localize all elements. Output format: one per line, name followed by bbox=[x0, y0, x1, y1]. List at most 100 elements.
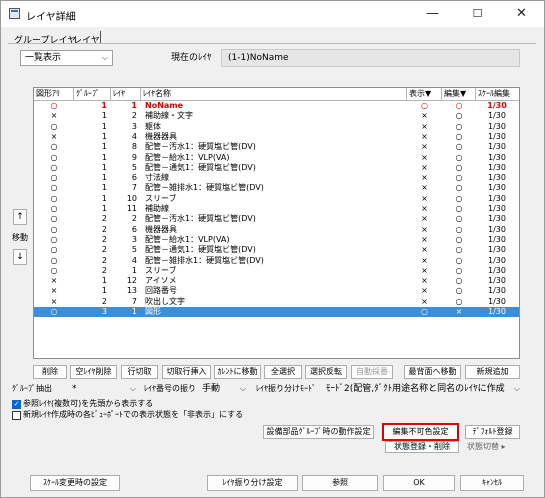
ok-button[interactable]: OK bbox=[383, 475, 455, 491]
group-extract-select[interactable]: * ⌵ bbox=[68, 381, 140, 397]
col-visible[interactable]: 表示▼ bbox=[407, 88, 442, 100]
cell-layer-name: 補助線・文字 bbox=[145, 111, 193, 121]
move-down-button[interactable]: ↓ bbox=[13, 249, 27, 265]
table-row[interactable]: ○ 1 10 スリーブ × ○ 1/30 bbox=[34, 194, 519, 204]
minimize-button[interactable]: — bbox=[410, 1, 455, 27]
select-all-button[interactable]: 全選択 bbox=[264, 365, 302, 379]
cell-layer: 2 bbox=[131, 111, 137, 121]
layer-assign-select[interactable]: ﾓｰﾄﾞ2(配管,ﾀﾞｸﾄ用途名称と同名のﾚｲﾔに作成 ⌵ bbox=[322, 381, 524, 397]
cell-layer: 5 bbox=[131, 245, 137, 255]
table-row[interactable]: × 1 2 補助線・文字 × ○ 1/30 bbox=[34, 111, 519, 121]
cell-layer-name: NoName bbox=[145, 101, 184, 110]
cell-scale: 1/30 bbox=[488, 111, 506, 121]
layer-assign-setting-button[interactable]: ﾚｲﾔ振り分け設定 bbox=[207, 475, 298, 491]
col-editable[interactable]: 編集▼ bbox=[442, 88, 476, 100]
col-scale-edit[interactable]: ｽｹｰﾙ編集 bbox=[476, 88, 519, 100]
tab-layer[interactable]: レイヤ bbox=[73, 33, 100, 46]
table-row[interactable]: ○ 2 2 配管－汚水1：硬質塩ビ管(DV) × ○ 1/30 bbox=[34, 214, 519, 224]
cell-has-shape: ○ bbox=[50, 214, 58, 224]
cell-layer: 9 bbox=[131, 152, 137, 162]
cell-group: 1 bbox=[101, 276, 107, 286]
table-row[interactable]: ○ 1 1 NoName ○ ○ 1/30 bbox=[34, 101, 519, 111]
group-extract-value: * bbox=[72, 384, 77, 394]
scale-change-setting-button[interactable]: ｽｹｰﾙ変更時の設定 bbox=[30, 475, 120, 491]
cell-layer-name: 機器器具 bbox=[145, 224, 177, 234]
cut-row-button[interactable]: 行切取 bbox=[121, 365, 158, 379]
table-row[interactable]: ○ 2 1 スリーブ × ○ 1/30 bbox=[34, 266, 519, 276]
cell-layer-name: スリーブ bbox=[145, 193, 177, 203]
auto-number-button[interactable]: 自動採番 bbox=[351, 365, 393, 379]
move-up-button[interactable]: ↑ bbox=[13, 209, 27, 225]
table-row[interactable]: ○ 1 9 配管－給水1：VLP(VA) × ○ 1/30 bbox=[34, 153, 519, 163]
table-row[interactable]: × 1 13 回路番号 × ○ 1/30 bbox=[34, 286, 519, 296]
close-button[interactable]: ✕ bbox=[499, 1, 544, 27]
cell-layer: 7 bbox=[131, 183, 137, 193]
state-switch-button[interactable]: 状態切替 ▸ bbox=[467, 441, 506, 453]
cell-group: 1 bbox=[101, 142, 107, 152]
col-group[interactable]: ｸﾞﾙｰﾌﾟ bbox=[74, 88, 111, 100]
cell-visible: ○ bbox=[421, 307, 428, 316]
table-header: 図形ｱﾘ ｸﾞﾙｰﾌﾟ ﾚｲﾔ ﾚｲﾔ名称 表示▼ 編集▼ ｽｹｰﾙ編集 bbox=[34, 88, 519, 101]
reference-button[interactable]: 参照 bbox=[302, 475, 378, 491]
col-layer-name[interactable]: ﾚｲﾔ名称 bbox=[141, 88, 407, 100]
layer-table[interactable]: 図形ｱﾘ ｸﾞﾙｰﾌﾟ ﾚｲﾔ ﾚｲﾔ名称 表示▼ 編集▼ ｽｹｰﾙ編集 ○ 1 1… bbox=[33, 87, 520, 359]
table-row[interactable]: ○ 1 6 寸法線 × ○ 1/30 bbox=[34, 173, 519, 183]
default-register-button[interactable]: ﾃﾞﾌｫﾙﾄ登録 bbox=[465, 425, 520, 439]
col-has-shape[interactable]: 図形ｱﾘ bbox=[34, 88, 74, 100]
move-to-current-button[interactable]: ｶﾚﾝﾄに移動 bbox=[214, 365, 261, 379]
table-row[interactable]: ○ 1 7 配管－雑排水1：硬質塩ビ管(DV) × ○ 1/30 bbox=[34, 183, 519, 193]
cell-visible: × bbox=[421, 255, 428, 265]
cell-editable: ○ bbox=[455, 193, 463, 203]
cancel-button[interactable]: ｷｬﾝｾﾙ bbox=[460, 475, 524, 491]
cell-group: 1 bbox=[101, 173, 107, 183]
table-row[interactable]: ○ 1 11 補助線 × ○ 1/30 bbox=[34, 204, 519, 214]
cell-scale: 1/30 bbox=[488, 296, 506, 306]
cell-editable: ○ bbox=[455, 204, 463, 213]
chevron-down-icon: ⌵ bbox=[101, 53, 108, 62]
cell-group: 1 bbox=[101, 193, 107, 203]
insert-cut-row-button[interactable]: 切取行挿入 bbox=[162, 365, 211, 379]
table-row[interactable]: ○ 2 3 配管－給水1：VLP(VA) × ○ 1/30 bbox=[34, 235, 519, 245]
cell-editable: ○ bbox=[455, 296, 463, 306]
layer-assign-value: ﾓｰﾄﾞ2(配管,ﾀﾞｸﾄ用途名称と同名のﾚｲﾔに作成 bbox=[326, 384, 505, 394]
table-row[interactable]: ○ 2 4 配管－雑排水1：硬質塩ビ管(DV) × ○ 1/30 bbox=[34, 256, 519, 266]
equip-group-setting-button[interactable]: 設備部品ｸﾞﾙｰﾌﾟ時の動作設定 bbox=[263, 425, 374, 439]
tab-group-layer[interactable]: グループレイヤ bbox=[14, 33, 76, 46]
table-row[interactable]: × 2 7 吹出し文字 × ○ 1/30 bbox=[34, 297, 519, 307]
table-row[interactable]: ○ 2 6 機器器具 × ○ 1/30 bbox=[34, 225, 519, 235]
table-row[interactable]: ○ 1 3 躯体 × ○ 1/30 bbox=[34, 122, 519, 132]
col-layer[interactable]: ﾚｲﾔ bbox=[111, 88, 141, 100]
table-row[interactable]: × 1 4 機器器具 × ○ 1/30 bbox=[34, 132, 519, 142]
layer-number-select[interactable]: 手動 ⌵ bbox=[198, 381, 250, 397]
table-row[interactable]: ○ 1 5 配管－通気1：硬質塩ビ管(DV) × ○ 1/30 bbox=[34, 163, 519, 173]
move-to-back-button[interactable]: 最背面へ移動 bbox=[404, 365, 461, 379]
cell-visible: × bbox=[421, 214, 428, 224]
view-select[interactable]: 一覧表示 ⌵ bbox=[20, 50, 113, 66]
cell-has-shape: ○ bbox=[50, 255, 58, 265]
delete-empty-layer-button[interactable]: 空ﾚｲﾔ削除 bbox=[70, 365, 117, 379]
table-row[interactable]: ○ 1 8 配管－汚水1：硬質塩ビ管(DV) × ○ 1/30 bbox=[34, 142, 519, 152]
cell-scale: 1/30 bbox=[488, 307, 506, 316]
cell-has-shape: ○ bbox=[50, 162, 58, 172]
cell-scale: 1/30 bbox=[488, 245, 506, 255]
table-row[interactable]: ○ 3 1 図形 ○ × 1/30 bbox=[34, 307, 519, 318]
table-row[interactable]: ○ 2 5 配管－通気1：硬質塩ビ管(DV) × ○ 1/30 bbox=[34, 245, 519, 255]
maximize-button[interactable]: ☐ bbox=[455, 1, 500, 27]
cell-group: 1 bbox=[101, 162, 107, 172]
edit-disable-color-button[interactable]: 編集不可色設定 bbox=[382, 423, 459, 441]
add-new-button[interactable]: 新規追加 bbox=[465, 365, 520, 379]
delete-button[interactable]: 削除 bbox=[33, 365, 67, 379]
cell-scale: 1/30 bbox=[488, 214, 506, 224]
group-extract-label: ｸﾞﾙｰﾌﾟ抽出 bbox=[12, 384, 52, 393]
cell-visible: × bbox=[421, 131, 428, 141]
hide-new-layer-checkbox[interactable] bbox=[12, 411, 21, 420]
cell-editable: ○ bbox=[455, 131, 463, 141]
table-row[interactable]: × 1 12 アイソメ × ○ 1/30 bbox=[34, 276, 519, 286]
window-title: レイヤ詳細 bbox=[26, 12, 76, 23]
cell-group: 2 bbox=[101, 245, 107, 255]
invert-selection-button[interactable]: 選択反転 bbox=[305, 365, 347, 379]
cell-editable: ○ bbox=[455, 245, 463, 255]
show-ref-layer-checkbox[interactable]: ✓ bbox=[12, 400, 21, 409]
state-register-button[interactable]: 状態登録・削除 bbox=[385, 441, 459, 453]
cell-has-shape: ○ bbox=[50, 245, 58, 255]
